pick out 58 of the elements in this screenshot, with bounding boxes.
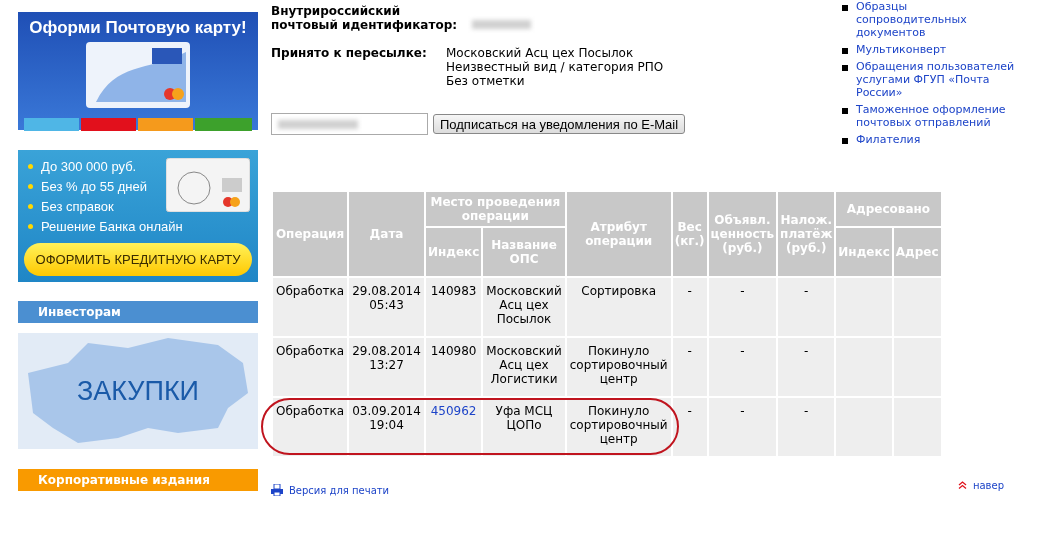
table-cell: Московский Асц цех Посылок [482,277,566,337]
accepted-value: Московский Асц цех Посылок [446,46,635,60]
table-cell: Обработка [272,277,349,337]
redacted-value [472,20,531,29]
table-cell: 29.08.2014 05:43 [348,277,425,337]
bullet-icon [28,163,33,169]
printer-icon [271,484,283,496]
accepted-label: Принято к пересылке: [271,46,428,62]
sidebar-link[interactable]: Образцы сопроводительных документов [856,0,1016,39]
bank-card-icon [86,42,190,108]
table-cell: - [707,397,778,457]
table-cell: Обработка [272,337,349,397]
table-cell: - [777,397,836,457]
bullet-icon [842,48,848,54]
index-link[interactable]: 450962 [430,404,477,418]
accepted-value: Без отметки [446,74,526,88]
banner-title: ЗАКУПКИ [76,375,199,407]
table-cell: Сортировка [565,277,672,337]
banner-text: Без справок [41,198,114,214]
sidebar-link[interactable]: Таможенное оформление почтовых отправлений [856,103,1016,129]
table-cell: 140983 [424,277,483,337]
double-chevron-up-icon [957,481,967,489]
back-to-top-link[interactable]: навер [957,474,1004,496]
sidebar-link[interactable]: Обращения пользователей услугами ФГУП «Почта России» [856,60,1016,99]
apply-credit-card-button[interactable]: ОФОРМИТЬ КРЕДИТНУЮ КАРТУ [24,243,252,276]
purchases-banner[interactable]: ЗАКУПКИ [18,333,258,449]
bullet-icon [842,65,848,71]
table-cell: - [777,277,836,337]
table-cell: Московский Асц цех Логистики [482,337,566,397]
banner-text: Решение Банка онлайн [41,218,183,234]
bullet-icon [28,183,33,189]
bank-card-icon [166,158,250,212]
bullet-icon [842,5,848,11]
banner-text: До 300 000 руб. [41,158,137,174]
bullet-icon [842,108,848,114]
credit-card-banner[interactable]: До 300 000 руб. Без % до 55 дней Без справок Решение Банка онлайн ОФОРМИТЬ КРЕДИТНУЮ КАРТУ [18,150,258,282]
table-cell: - [777,337,836,397]
print-version-link[interactable]: Версия для печати [271,484,390,496]
banner-text: Без % до 55 дней [41,178,147,194]
accepted-value: Неизвестный вид / категория РПО [446,60,664,74]
table-cell: - [707,337,778,397]
sidebar-link[interactable]: Мультиконверт [856,43,947,56]
bullet-icon [28,203,33,209]
bullet-icon [842,138,848,144]
table-cell: 140980 [424,337,483,397]
table-cell: 29.08.2014 13:27 [348,337,425,397]
table-cell: Покинуло сортировочный центр [565,337,672,397]
table-cell: - [671,337,708,397]
table-cell: - [707,277,778,337]
sidebar-link[interactable]: Филателия [856,133,921,146]
subscribe-button[interactable]: Подписаться на уведомления по E-Mail [433,114,686,134]
email-field[interactable] [271,113,428,135]
banner-title: Оформи Почтовую карту! [29,18,247,38]
bullet-icon [28,223,33,229]
table-cell: - [671,277,708,337]
tracking-id-label: Внутрироссийский почтовый идентификатор: [271,4,459,32]
table-cell: - [671,397,708,457]
postal-card-banner[interactable]: Оформи Почтовую карту! [18,12,258,130]
